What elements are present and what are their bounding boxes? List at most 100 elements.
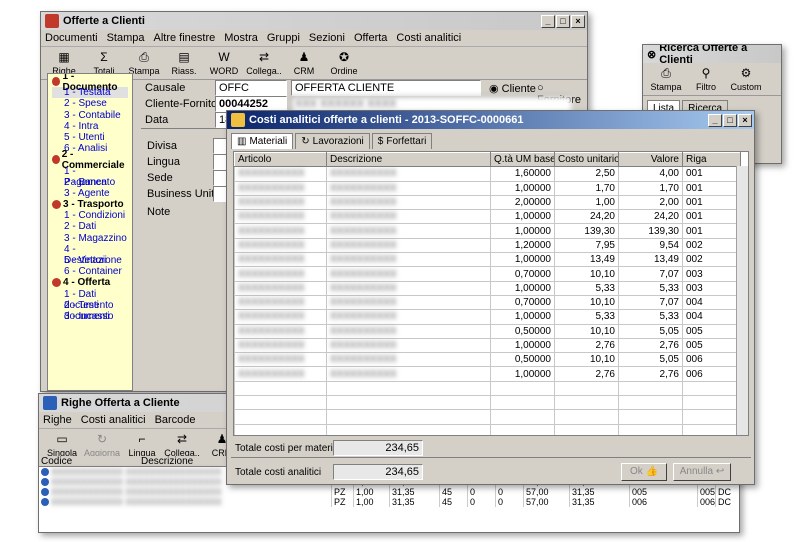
- toolbar-button-3[interactable]: ▤ Riass.: [167, 50, 201, 76]
- costi-col-1[interactable]: Descrizione: [326, 152, 491, 168]
- costi-row[interactable]: XXXXXXXXXX XXXXXXXXXX 1,00000 13,49 13,49 002: [234, 252, 741, 268]
- tree-item[interactable]: 5 - Utenti: [52, 132, 128, 143]
- righe-toolbar-button-0[interactable]: ▭ Singola: [45, 432, 79, 458]
- righe-toolbar-button-3[interactable]: ⇄ Collega..: [164, 432, 200, 458]
- ricerca-toolbar-button-0[interactable]: ⎙ Stampa: [649, 66, 683, 93]
- costi-row[interactable]: XXXXXXXXXX XXXXXXXXXX 1,20000 7,95 9,54 002: [234, 237, 741, 254]
- tree-item[interactable]: 6 - Container: [52, 266, 128, 277]
- annulla-button[interactable]: Annulla ↩: [673, 463, 731, 481]
- costi-maximize-button[interactable]: □: [723, 113, 737, 127]
- costi-cell: 1,70: [554, 180, 619, 196]
- tree-group-1[interactable]: 2 - Commerciale: [52, 149, 128, 171]
- tree-item[interactable]: 3 - Agente: [52, 188, 128, 199]
- costi-row[interactable]: XXXXXXXXXX XXXXXXXXXX 0,50000 10,10 5,05 005: [234, 323, 741, 339]
- tree-item[interactable]: 4 - Destinazione: [52, 244, 128, 266]
- minimize-button[interactable]: _: [541, 14, 555, 28]
- costi-titlebar[interactable]: Costi analitici offerte a clienti - 2013…: [227, 111, 754, 129]
- costi-row[interactable]: XXXXXXXXXX XXXXXXXXXX 1,00000 5,33 5,33 004: [234, 309, 741, 325]
- side-field-3[interactable]: [213, 186, 227, 202]
- costi-tab-0[interactable]: ▥ Materiali: [231, 133, 294, 149]
- tree-item[interactable]: 1 - Condizioni: [52, 210, 128, 221]
- menu-3[interactable]: Mostra: [224, 32, 258, 44]
- costi-row[interactable]: XXXXXXXXXX XXXXXXXXXX 0,70000 10,10 7,07 003: [234, 266, 741, 282]
- costi-row[interactable]: XXXXXXXXXX XXXXXXXXXX 1,00000 2,76 2,76 006: [234, 366, 741, 382]
- side-field-2[interactable]: [213, 170, 227, 186]
- costi-row[interactable]: XXXXXXXXXX XXXXXXXXXX 1,60000 2,50 4,00 001: [234, 166, 741, 182]
- costi-close-button[interactable]: ×: [738, 113, 752, 127]
- collapse-icon: [52, 155, 60, 165]
- side-field-0[interactable]: [213, 138, 227, 154]
- costi-col-4[interactable]: Valore: [618, 152, 683, 168]
- menu-7[interactable]: Costi analitici: [396, 32, 461, 44]
- ok-button[interactable]: Ok 👍: [621, 463, 667, 481]
- toolbar-label-4: WORD: [209, 66, 239, 76]
- toolbar-button-4[interactable]: W WORD: [207, 50, 241, 76]
- righe-toolbar-button-2[interactable]: ⌐ Lingua: [125, 432, 159, 458]
- menu-1[interactable]: Stampa: [107, 32, 145, 44]
- righe-toolbar-button-1[interactable]: ↻ Aggiorna: [84, 432, 120, 458]
- righe-menu-1[interactable]: Costi analitici: [81, 414, 146, 426]
- righe-menu-0[interactable]: Righe: [43, 414, 72, 426]
- causale-code-field[interactable]: OFFC: [215, 80, 287, 96]
- toolbar-button-5[interactable]: ⇄ Collega..: [246, 50, 282, 76]
- link-icon: ⇄: [258, 50, 270, 64]
- tree-group-2[interactable]: 3 - Trasporto: [52, 199, 128, 210]
- vertical-scrollbar[interactable]: [736, 166, 748, 435]
- costi-minimize-button[interactable]: _: [708, 113, 722, 127]
- tree-group-3[interactable]: 4 - Offerta: [52, 277, 128, 288]
- costi-col-5[interactable]: Riga: [682, 152, 741, 168]
- tree-group-0[interactable]: 1 - Documento: [52, 74, 128, 93]
- menu-6[interactable]: Offerta: [354, 32, 387, 44]
- toolbar-button-7[interactable]: ✪ Ordine: [327, 50, 361, 76]
- offerte-titlebar[interactable]: Offerte a Clienti _ □ ×: [41, 12, 587, 30]
- toolbar-label-6: CRM: [293, 66, 315, 76]
- menu-0[interactable]: Documenti: [45, 32, 98, 44]
- causale-desc-field[interactable]: OFFERTA CLIENTE: [291, 80, 481, 96]
- toolbar-button-6[interactable]: ♟ CRM: [287, 50, 321, 76]
- ricerca-titlebar[interactable]: ⊗ Ricerca Offerte a Clienti: [643, 45, 781, 66]
- col-codice[interactable]: Codice: [39, 456, 139, 467]
- costi-cell: 7,07: [618, 294, 683, 311]
- costi-row[interactable]: XXXXXXXXXX XXXXXXXXXX 1,00000 1,70 1,70 001: [234, 180, 741, 196]
- tree-item[interactable]: 2 - Dati: [52, 221, 128, 232]
- tree-item[interactable]: 3 - Incassi: [52, 311, 128, 322]
- costi-col-2[interactable]: Q.tà UM base: [490, 152, 555, 168]
- costi-tab-label-2: Forfettari: [386, 136, 427, 147]
- costi-cell: 2,00: [618, 194, 683, 211]
- righe-menu-2[interactable]: Barcode: [155, 414, 196, 426]
- menu-5[interactable]: Sezioni: [309, 32, 345, 44]
- costi-row[interactable]: XXXXXXXXXX XXXXXXXXXX 1,00000 2,76 2,76 005: [234, 337, 741, 354]
- righe-row[interactable]: XXXXXXXXXXXX XXXXXXXXXXXXXXXX PZ 1,00 31,35…: [39, 487, 739, 497]
- costi-tab-1[interactable]: ↻ Lavorazioni: [295, 133, 370, 149]
- costi-row[interactable]: XXXXXXXXXX XXXXXXXXXX 0,70000 10,10 7,07 004: [234, 294, 741, 311]
- menu-2[interactable]: Altre finestre: [154, 32, 216, 44]
- ricerca-toolbar-button-2[interactable]: ⚙ Custom: [729, 66, 763, 92]
- tree-item[interactable]: 3 - Contabile: [52, 110, 128, 121]
- side-field-1[interactable]: [213, 154, 227, 170]
- costi-tab-2[interactable]: $ Forfettari: [371, 133, 433, 149]
- menu-4[interactable]: Gruppi: [267, 32, 300, 44]
- costi-cell: 1,00000: [490, 366, 555, 382]
- costi-cell: 1,20000: [490, 237, 555, 254]
- righe-row[interactable]: XXXXXXXXXXXX XXXXXXXXXXXXXXXX PZ 1,00 31,35…: [39, 497, 739, 507]
- maximize-button[interactable]: □: [556, 14, 570, 28]
- costi-row[interactable]: XXXXXXXXXX XXXXXXXXXX 2,00000 1,00 2,00 001: [234, 194, 741, 211]
- tree-item[interactable]: 2 - Banca: [52, 177, 128, 188]
- radio-cliente[interactable]: ◉ Cliente: [489, 82, 536, 95]
- tree-item[interactable]: 3 - Magazzino: [52, 233, 128, 244]
- costi-row[interactable]: XXXXXXXXXX XXXXXXXXXX 1,00000 24,20 24,20 001: [234, 209, 741, 225]
- tree-item[interactable]: 1 - Dati documento: [52, 289, 128, 311]
- ricerca-toolbar-button-1[interactable]: ⚲ Filtro: [689, 66, 723, 92]
- costi-col-0[interactable]: Articolo: [234, 152, 327, 168]
- costi-row[interactable]: XXXXXXXXXX XXXXXXXXXX 1,00000 5,33 5,33 003: [234, 280, 741, 296]
- data-label: Data: [145, 114, 169, 126]
- costi-row[interactable]: XXXXXXXXXX XXXXXXXXXX 1,00000 139,30 139,30 0…: [234, 223, 741, 239]
- costi-col-3[interactable]: Costo unitario: [554, 152, 619, 168]
- tree-item[interactable]: 2 - Testi documento: [52, 300, 128, 322]
- costi-row[interactable]: XXXXXXXXXX XXXXXXXXXX 0,50000 10,10 5,05 006: [234, 352, 741, 368]
- row-cell: 57,00: [523, 497, 569, 507]
- tree-item[interactable]: 4 - Intra: [52, 121, 128, 132]
- col-descrizione[interactable]: Descrizione: [139, 456, 229, 467]
- tree-item[interactable]: 2 - Spese: [52, 98, 128, 109]
- close-button[interactable]: ×: [571, 14, 585, 28]
